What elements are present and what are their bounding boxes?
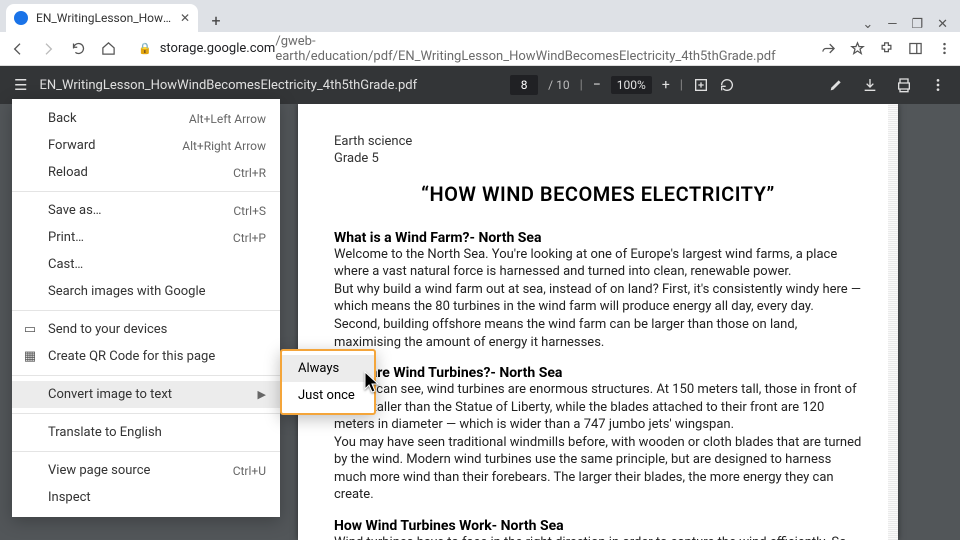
new-tab-button[interactable]: +	[204, 8, 228, 32]
submenu-always[interactable]: Always	[282, 355, 374, 382]
edit-icon[interactable]	[828, 77, 844, 93]
star-icon[interactable]	[850, 41, 865, 56]
menu-convert-image[interactable]: Convert image to text▶	[12, 381, 280, 408]
rotate-icon[interactable]	[719, 77, 735, 93]
zoom-in-button[interactable]: +	[662, 77, 670, 93]
tab-close-icon[interactable]: ✕	[180, 11, 190, 25]
pdf-page: Earth science Grade 5 “HOW WIND BECOMES E…	[298, 104, 898, 540]
doc-p2: As you can see, wind turbines are enormo…	[334, 381, 862, 504]
menu-print[interactable]: Print…Ctrl+P	[12, 224, 280, 251]
close-window-icon[interactable]: ✕	[937, 17, 948, 32]
forward-button[interactable]	[38, 39, 58, 59]
print-icon[interactable]	[896, 77, 912, 93]
share-icon[interactable]	[821, 41, 836, 56]
menu-reload[interactable]: ReloadCtrl+R	[12, 159, 280, 186]
doc-h2: What are Wind Turbines?- North Sea	[334, 365, 862, 381]
doc-title: “HOW WIND BECOMES ELECTRICITY”	[334, 182, 862, 206]
menu-create-qr[interactable]: ▦Create QR Code for this page	[12, 343, 280, 370]
address-bar[interactable]: 🔒 storage.google.com/gweb-earth/educatio…	[128, 36, 811, 62]
back-button[interactable]	[8, 39, 28, 59]
menu-cast[interactable]: Cast…	[12, 251, 280, 278]
home-button[interactable]	[98, 39, 118, 59]
sidebar-toggle-icon[interactable]: ☰	[14, 76, 27, 94]
zoom-out-button[interactable]: −	[593, 77, 601, 93]
reload-button[interactable]	[68, 39, 88, 59]
minimize-icon[interactable]: —	[887, 17, 897, 32]
pdf-filename: EN_WritingLesson_HowWindBecomesElectrici…	[39, 78, 417, 93]
fit-page-icon[interactable]	[693, 77, 709, 93]
tab-strip: EN_WritingLesson_HowWindBe ✕ + ⌄ — ❐ ✕	[0, 0, 960, 32]
doc-p3: Wind turbines have to face in the right …	[334, 534, 862, 540]
menu-view-source[interactable]: View page sourceCtrl+U	[12, 457, 280, 484]
context-submenu: Always Just once	[280, 349, 376, 415]
page-total: / 10	[548, 78, 569, 92]
submenu-just-once[interactable]: Just once	[282, 382, 374, 409]
menu-icon[interactable]	[937, 41, 952, 56]
extensions-icon[interactable]	[879, 41, 894, 56]
devices-icon: ▭	[22, 322, 38, 337]
qr-icon: ▦	[22, 349, 38, 364]
lock-icon: 🔒	[138, 42, 152, 55]
menu-save-as[interactable]: Save as…Ctrl+S	[12, 197, 280, 224]
page-input[interactable]	[510, 75, 538, 95]
sidepanel-icon[interactable]	[908, 41, 923, 56]
menu-search-images[interactable]: Search images with Google	[12, 278, 280, 305]
menu-translate[interactable]: Translate to English	[12, 419, 280, 446]
more-icon[interactable]	[930, 77, 946, 93]
chevron-right-icon: ▶	[258, 388, 266, 401]
cursor-icon	[364, 371, 382, 395]
window-controls: ⌄ — ❐ ✕	[862, 17, 960, 32]
url-path: /gweb-earth/education/pdf/EN_WritingLess…	[275, 34, 801, 64]
url-domain: storage.google.com	[160, 41, 276, 56]
doc-p1: Welcome to the North Sea. You're looking…	[334, 246, 862, 351]
menu-back[interactable]: BackAlt+Left Arrow	[12, 105, 280, 132]
maximize-icon[interactable]: ❐	[911, 17, 923, 32]
doc-h3: How Wind Turbines Work- North Sea	[334, 518, 862, 534]
menu-forward[interactable]: ForwardAlt+Right Arrow	[12, 132, 280, 159]
zoom-level[interactable]: 100%	[611, 76, 652, 94]
download-icon[interactable]	[862, 77, 878, 93]
context-menu: BackAlt+Left Arrow ForwardAlt+Right Arro…	[12, 99, 280, 517]
browser-tab[interactable]: EN_WritingLesson_HowWindBe ✕	[6, 4, 198, 32]
menu-send-devices[interactable]: ▭Send to your devices	[12, 316, 280, 343]
browser-toolbar: 🔒 storage.google.com/gweb-earth/educatio…	[0, 32, 960, 66]
chevron-down-icon[interactable]: ⌄	[862, 17, 873, 32]
favicon-icon	[14, 11, 28, 25]
doc-subject: Earth science	[334, 134, 412, 149]
doc-h1: What is a Wind Farm?- North Sea	[334, 230, 862, 246]
menu-inspect[interactable]: Inspect	[12, 484, 280, 511]
tab-title: EN_WritingLesson_HowWindBe	[36, 11, 176, 25]
doc-grade: Grade 5	[334, 151, 379, 166]
